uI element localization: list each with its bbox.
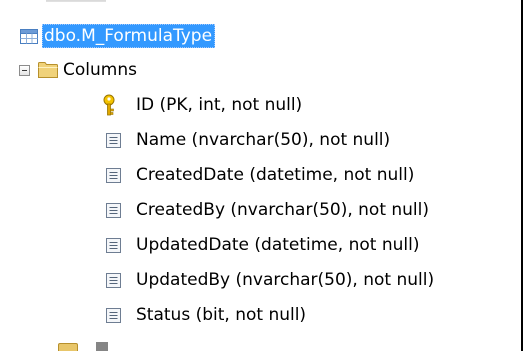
folder-icon <box>38 62 58 78</box>
column-icon <box>106 168 121 183</box>
clipped-folder-icon <box>58 343 78 351</box>
clipped-tree-item-bottom <box>96 342 108 351</box>
column-icon <box>106 203 121 218</box>
tree-node-columns-folder[interactable]: Columns <box>0 55 521 85</box>
clipped-tree-item-top <box>46 0 106 2</box>
tree-node-table[interactable]: dbo.M_FormulaType <box>0 21 521 51</box>
column-label: UpdatedBy (nvarchar(50), not null) <box>136 270 435 290</box>
column-label: ID (PK, int, not null) <box>136 95 303 115</box>
column-label: CreatedBy (nvarchar(50), not null) <box>136 200 430 220</box>
key-icon <box>103 94 115 116</box>
tree-node-column-createddate[interactable]: CreatedDate (datetime, not null) <box>0 160 521 190</box>
tree-node-column-updatedby[interactable]: UpdatedBy (nvarchar(50), not null) <box>0 265 521 295</box>
columns-folder-label: Columns <box>63 60 137 80</box>
column-icon <box>106 273 121 288</box>
tree-node-column-id[interactable]: ID (PK, int, not null) <box>0 90 521 120</box>
tree-node-column-createdby[interactable]: CreatedBy (nvarchar(50), not null) <box>0 195 521 225</box>
tree-node-column-status[interactable]: Status (bit, not null) <box>0 300 521 330</box>
tree-node-column-name[interactable]: Name (nvarchar(50), not null) <box>0 125 521 155</box>
column-icon <box>106 238 121 253</box>
column-label: UpdatedDate (datetime, not null) <box>136 235 420 255</box>
column-label: Name (nvarchar(50), not null) <box>136 130 391 150</box>
collapse-toggle-icon[interactable] <box>19 65 30 76</box>
column-icon <box>106 133 121 148</box>
column-label: CreatedDate (datetime, not null) <box>136 165 415 185</box>
tree-node-column-updateddate[interactable]: UpdatedDate (datetime, not null) <box>0 230 521 260</box>
table-icon <box>20 29 38 44</box>
object-explorer-tree: dbo.M_FormulaType Columns ID (PK, int, n… <box>0 0 523 351</box>
table-node-label[interactable]: dbo.M_FormulaType <box>42 24 216 48</box>
column-icon <box>106 308 121 323</box>
column-label: Status (bit, not null) <box>136 305 307 325</box>
